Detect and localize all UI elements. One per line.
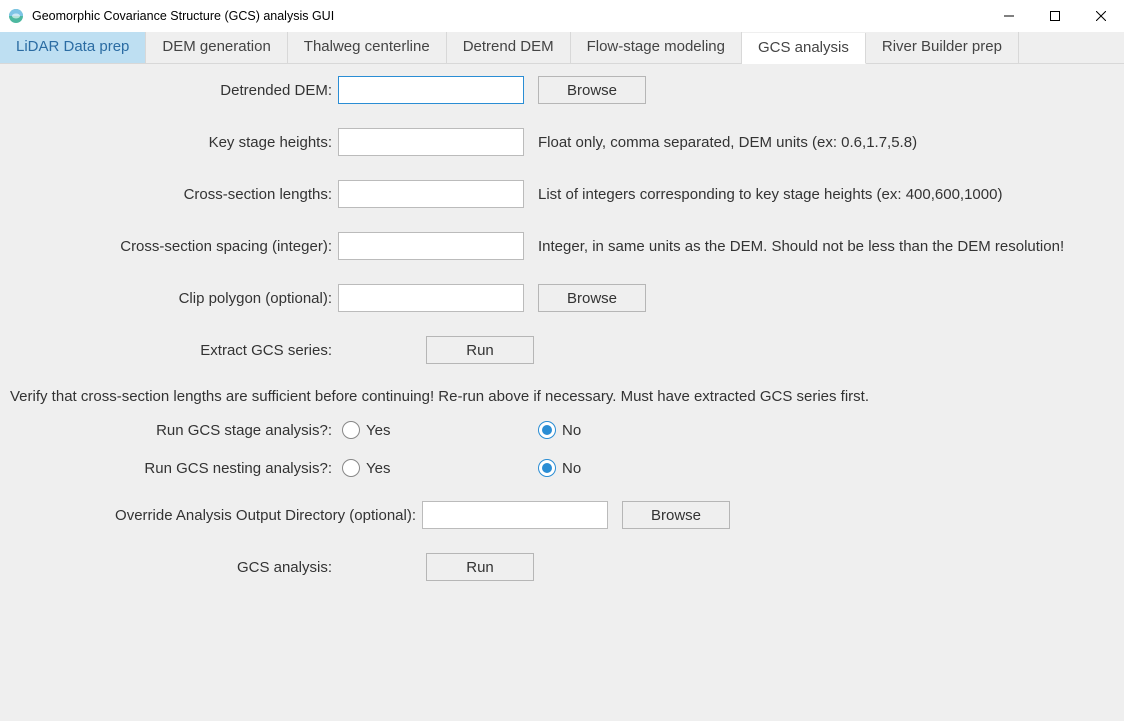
close-button[interactable] <box>1078 0 1124 32</box>
nesting-analysis-no-radio[interactable]: No <box>538 459 591 477</box>
override-out-browse-button[interactable]: Browse <box>622 501 730 529</box>
xs-lengths-label: Cross-section lengths: <box>10 186 338 203</box>
xs-spacing-hint: Integer, in same units as the DEM. Shoul… <box>538 238 1064 255</box>
xs-lengths-hint: List of integers corresponding to key st… <box>538 186 1002 203</box>
clip-poly-input[interactable] <box>338 284 524 312</box>
clip-poly-label: Clip polygon (optional): <box>10 290 338 307</box>
minimize-button[interactable] <box>986 0 1032 32</box>
key-stage-input[interactable] <box>338 128 524 156</box>
detrended-dem-browse-button[interactable]: Browse <box>538 76 646 104</box>
tab-dem-generation[interactable]: DEM generation <box>146 32 287 63</box>
radio-label-yes: Yes <box>366 460 390 477</box>
verify-text: Verify that cross-section lengths are su… <box>10 388 1114 405</box>
gcs-analysis-run-button[interactable]: Run <box>426 553 534 581</box>
clip-poly-browse-button[interactable]: Browse <box>538 284 646 312</box>
nesting-analysis-label: Run GCS nesting analysis?: <box>10 460 338 477</box>
radio-icon <box>538 421 556 439</box>
radio-label-no: No <box>562 460 581 477</box>
key-stage-hint: Float only, comma separated, DEM units (… <box>538 134 917 151</box>
tab-gcs-analysis[interactable]: GCS analysis <box>742 33 866 64</box>
xs-spacing-input[interactable] <box>338 232 524 260</box>
xs-lengths-input[interactable] <box>338 180 524 208</box>
tab-detrend-dem[interactable]: Detrend DEM <box>447 32 571 63</box>
tab-flow-stage-modeling[interactable]: Flow-stage modeling <box>571 32 742 63</box>
nesting-analysis-yes-radio[interactable]: Yes <box>342 459 400 477</box>
radio-icon <box>538 459 556 477</box>
tabs: LiDAR Data prep DEM generation Thalweg c… <box>0 32 1124 64</box>
maximize-button[interactable] <box>1032 0 1078 32</box>
extract-run-button[interactable]: Run <box>426 336 534 364</box>
content-area: LiDAR Data prep DEM generation Thalweg c… <box>0 32 1124 721</box>
app-icon <box>8 8 24 24</box>
titlebar: Geomorphic Covariance Structure (GCS) an… <box>0 0 1124 32</box>
tab-lidar-data-prep[interactable]: LiDAR Data prep <box>0 32 146 63</box>
xs-spacing-label: Cross-section spacing (integer): <box>10 238 338 255</box>
window-controls <box>986 0 1124 32</box>
tab-thalweg-centerline[interactable]: Thalweg centerline <box>288 32 447 63</box>
gcs-analysis-label: GCS analysis: <box>10 559 338 576</box>
form-area: Detrended DEM: Browse Key stage heights:… <box>0 64 1124 617</box>
radio-label-no: No <box>562 422 581 439</box>
tab-river-builder-prep[interactable]: River Builder prep <box>866 32 1019 63</box>
extract-label: Extract GCS series: <box>10 342 338 359</box>
stage-analysis-label: Run GCS stage analysis?: <box>10 422 338 439</box>
radio-icon <box>342 459 360 477</box>
window-title: Geomorphic Covariance Structure (GCS) an… <box>32 9 986 23</box>
stage-analysis-yes-radio[interactable]: Yes <box>342 421 400 439</box>
stage-analysis-no-radio[interactable]: No <box>538 421 591 439</box>
radio-label-yes: Yes <box>366 422 390 439</box>
detrended-dem-label: Detrended DEM: <box>10 82 338 99</box>
override-out-label: Override Analysis Output Directory (opti… <box>10 507 422 524</box>
radio-icon <box>342 421 360 439</box>
override-out-input[interactable] <box>422 501 608 529</box>
key-stage-label: Key stage heights: <box>10 134 338 151</box>
detrended-dem-input[interactable] <box>338 76 524 104</box>
